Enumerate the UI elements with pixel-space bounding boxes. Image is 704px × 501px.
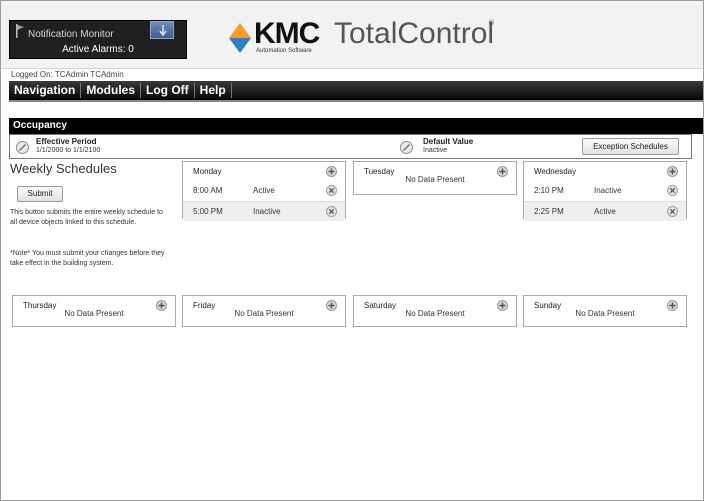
logo-registered-mark: ® <box>488 19 495 27</box>
entry-time: 2:10 PM <box>534 186 564 195</box>
entry-time: 2:25 PM <box>534 207 564 216</box>
x-circle-icon[interactable] <box>326 206 337 217</box>
logo-kmc-text: KMC <box>254 17 320 50</box>
submit-help-text: This button submits the entire weekly sc… <box>10 209 163 226</box>
stop-sign-icon[interactable] <box>400 141 413 154</box>
section-title: Occupancy <box>9 118 703 134</box>
menu-navigation[interactable]: Navigation <box>9 83 82 98</box>
day-name: Friday <box>193 301 216 310</box>
menu-log-off[interactable]: Log Off <box>141 83 195 98</box>
day-box-monday: Monday 8:00 AM Active 5:00 PM Inactive <box>182 161 346 221</box>
submit-note-text: *Note* You must submit your changes befo… <box>10 250 165 267</box>
menu-modules[interactable]: Modules <box>81 83 142 98</box>
schedule-entry[interactable]: 8:00 AM Active <box>183 181 345 201</box>
entry-state: Inactive <box>594 186 622 195</box>
plus-circle-icon[interactable] <box>667 300 678 311</box>
entry-state: Active <box>594 207 616 216</box>
plus-circle-icon[interactable] <box>326 166 337 177</box>
logo-subtitle: Automation Software <box>256 48 312 54</box>
notification-monitor-title: Notification Monitor <box>28 29 114 40</box>
day-name: Monday <box>193 167 222 176</box>
entry-state: Active <box>253 186 275 195</box>
day-box-sunday: Sunday No Data Present <box>523 295 687 327</box>
kmc-diamond-icon <box>229 23 251 53</box>
day-name: Wednesday <box>534 167 577 176</box>
x-circle-icon[interactable] <box>667 206 678 217</box>
plus-circle-icon[interactable] <box>326 300 337 311</box>
day-name: Sunday <box>534 301 562 310</box>
day-box-tuesday: Tuesday No Data Present <box>353 161 517 195</box>
schedule-entry[interactable]: 5:00 PM Inactive <box>183 201 345 221</box>
stop-sign-icon[interactable] <box>16 141 29 154</box>
submit-button[interactable]: Submit <box>17 186 63 202</box>
logged-on-status: Logged On: TCAdmin TCAdmin <box>11 70 124 79</box>
day-box-friday: Friday No Data Present <box>182 295 346 327</box>
logo-totalcontrol-text: TotalControl <box>334 17 495 50</box>
plus-circle-icon[interactable] <box>497 166 508 177</box>
day-name: Saturday <box>364 301 397 310</box>
entry-time: 8:00 AM <box>193 186 223 195</box>
day-box-thursday: Thursday No Data Present <box>12 295 176 327</box>
notification-monitor[interactable]: Notification Monitor Active Alarms: 0 <box>9 20 187 59</box>
active-alarms-count[interactable]: Active Alarms: 0 <box>10 44 186 55</box>
plus-circle-icon[interactable] <box>156 300 167 311</box>
day-name: Thursday <box>23 301 57 310</box>
plus-circle-icon[interactable] <box>497 300 508 311</box>
plus-circle-icon[interactable] <box>667 166 678 177</box>
app-window: Notification Monitor Active Alarms: 0 KM… <box>0 0 704 501</box>
exception-schedules-button[interactable]: Exception Schedules <box>582 138 679 155</box>
day-name: Tuesday <box>364 167 395 176</box>
schedule-entry[interactable]: 2:25 PM Active <box>524 201 686 221</box>
weekly-schedules-title: Weekly Schedules <box>10 161 117 176</box>
day-box-wednesday: Wednesday 2:10 PM Inactive 2:25 PM Activ… <box>523 161 687 221</box>
entry-time: 5:00 PM <box>193 207 223 216</box>
entry-state: Inactive <box>253 207 281 216</box>
effective-period-value: 1/1/2000 to 1/1/2100 <box>36 147 101 154</box>
day-box-saturday: Saturday No Data Present <box>353 295 517 327</box>
default-value-label: Default Value <box>423 137 474 146</box>
menu-help[interactable]: Help <box>195 83 232 98</box>
arrow-icon <box>159 25 167 37</box>
header: Notification Monitor Active Alarms: 0 KM… <box>1 1 703 69</box>
effective-period-label: Effective Period <box>36 137 97 146</box>
flag-icon <box>16 24 24 38</box>
schedule-properties: Effective Period 1/1/2000 to 1/1/2100 De… <box>9 134 692 159</box>
x-circle-icon[interactable] <box>667 185 678 196</box>
kmc-logo: KMC TotalControl ® Automation Software <box>229 17 509 59</box>
main-menu: Navigation Modules Log Off Help <box>9 81 703 102</box>
default-value: Inactive <box>423 147 448 154</box>
x-circle-icon[interactable] <box>326 185 337 196</box>
schedule-entry[interactable]: 2:10 PM Inactive <box>524 181 686 201</box>
notification-toggle-button[interactable] <box>150 21 174 39</box>
